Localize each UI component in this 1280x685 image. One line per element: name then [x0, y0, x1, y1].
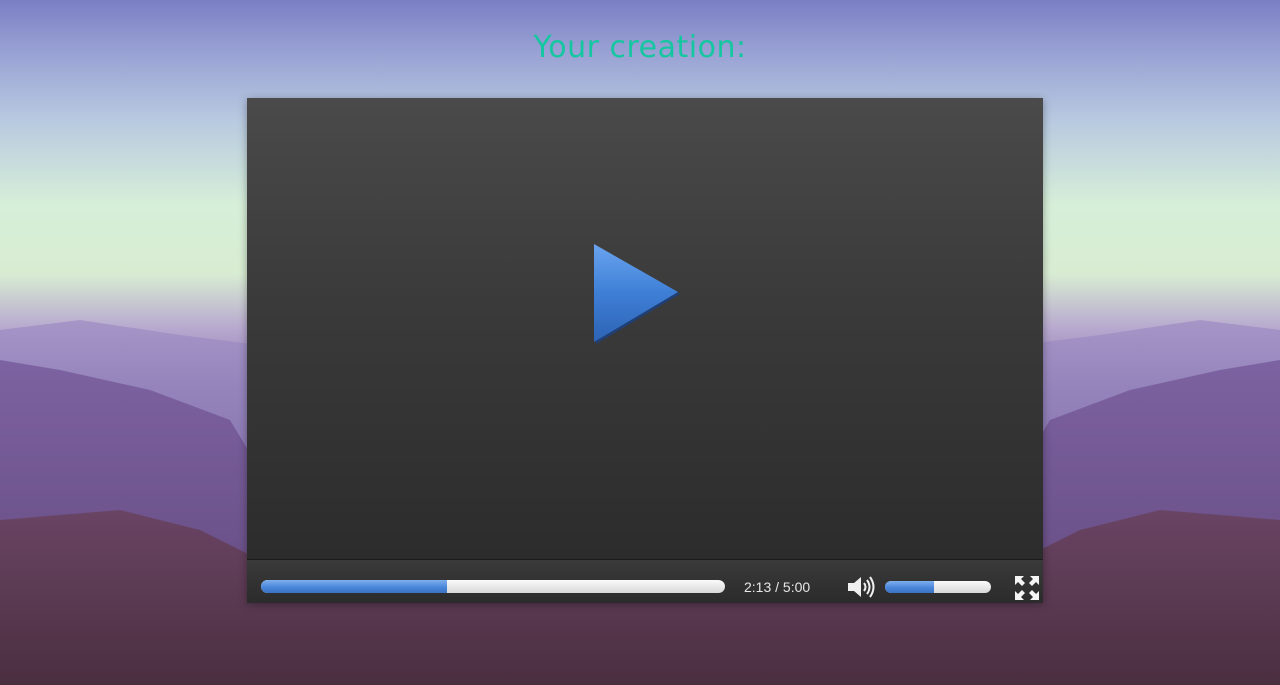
- progress-bar[interactable]: [261, 580, 725, 593]
- volume-fill: [885, 581, 934, 593]
- volume-icon[interactable]: [846, 575, 876, 599]
- video-screen[interactable]: [247, 98, 1043, 559]
- volume-slider[interactable]: [885, 581, 991, 593]
- play-icon[interactable]: [592, 244, 682, 348]
- video-player[interactable]: 2:13 / 5:00: [247, 98, 1043, 603]
- fullscreen-icon[interactable]: [1014, 575, 1040, 601]
- page-title: Your creation:: [533, 30, 747, 65]
- control-bar: 2:13 / 5:00: [247, 559, 1043, 603]
- progress-fill: [261, 580, 447, 593]
- time-display: 2:13 / 5:00: [744, 579, 811, 595]
